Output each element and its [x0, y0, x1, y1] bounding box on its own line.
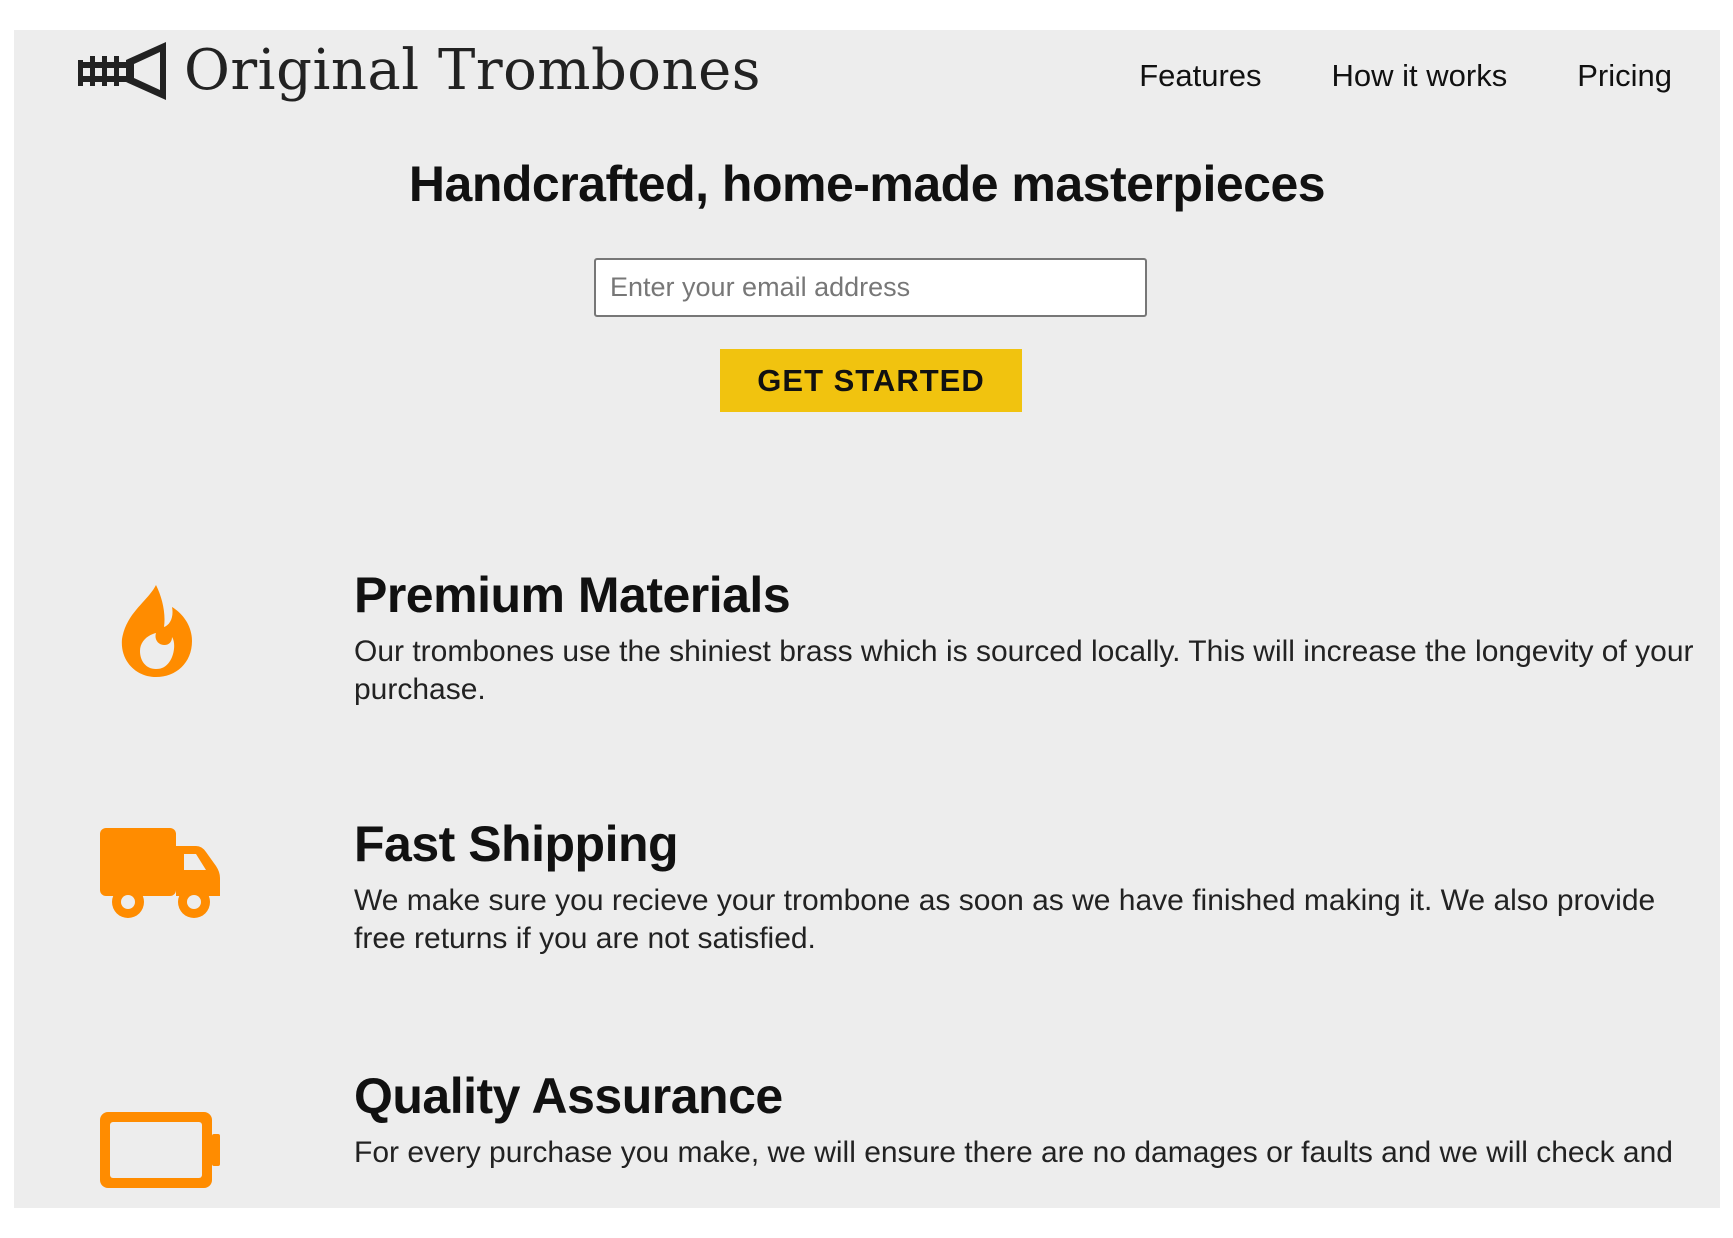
get-started-button[interactable]: GET STARTED — [720, 349, 1022, 412]
feature-title: Premium Materials — [354, 567, 791, 623]
brand-name: Original Trombones — [184, 38, 761, 103]
hero-section: Handcrafted, home-made masterpieces — [14, 155, 1720, 213]
main-nav: Features How it works Pricing — [1139, 58, 1672, 94]
feature-description: For every purchase you make, we will ens… — [354, 1136, 1673, 1169]
hero-headline: Handcrafted, home-made masterpieces — [408, 156, 1326, 212]
brand-logo[interactable]: Original Trombones — [76, 36, 761, 106]
site-header: Original Trombones Features How it works… — [14, 30, 1720, 140]
landing-page: Original Trombones Features How it works… — [14, 30, 1720, 1208]
trombone-icon — [78, 42, 166, 100]
fire-icon — [121, 585, 192, 677]
feature-description: We make sure you recieve your trombone a… — [354, 884, 1656, 955]
nav-link-pricing[interactable]: Pricing — [1577, 58, 1672, 94]
feature-title: Fast Shipping — [354, 816, 679, 872]
nav-link-features[interactable]: Features — [1139, 58, 1261, 94]
battery-icon — [100, 1112, 220, 1188]
truck-icon — [100, 828, 220, 918]
feature-title: Quality Assurance — [354, 1068, 783, 1124]
feature-description: Our trombones use the shiniest brass whi… — [354, 635, 1694, 706]
nav-link-how-it-works[interactable]: How it works — [1332, 58, 1508, 94]
email-input[interactable] — [594, 258, 1147, 317]
